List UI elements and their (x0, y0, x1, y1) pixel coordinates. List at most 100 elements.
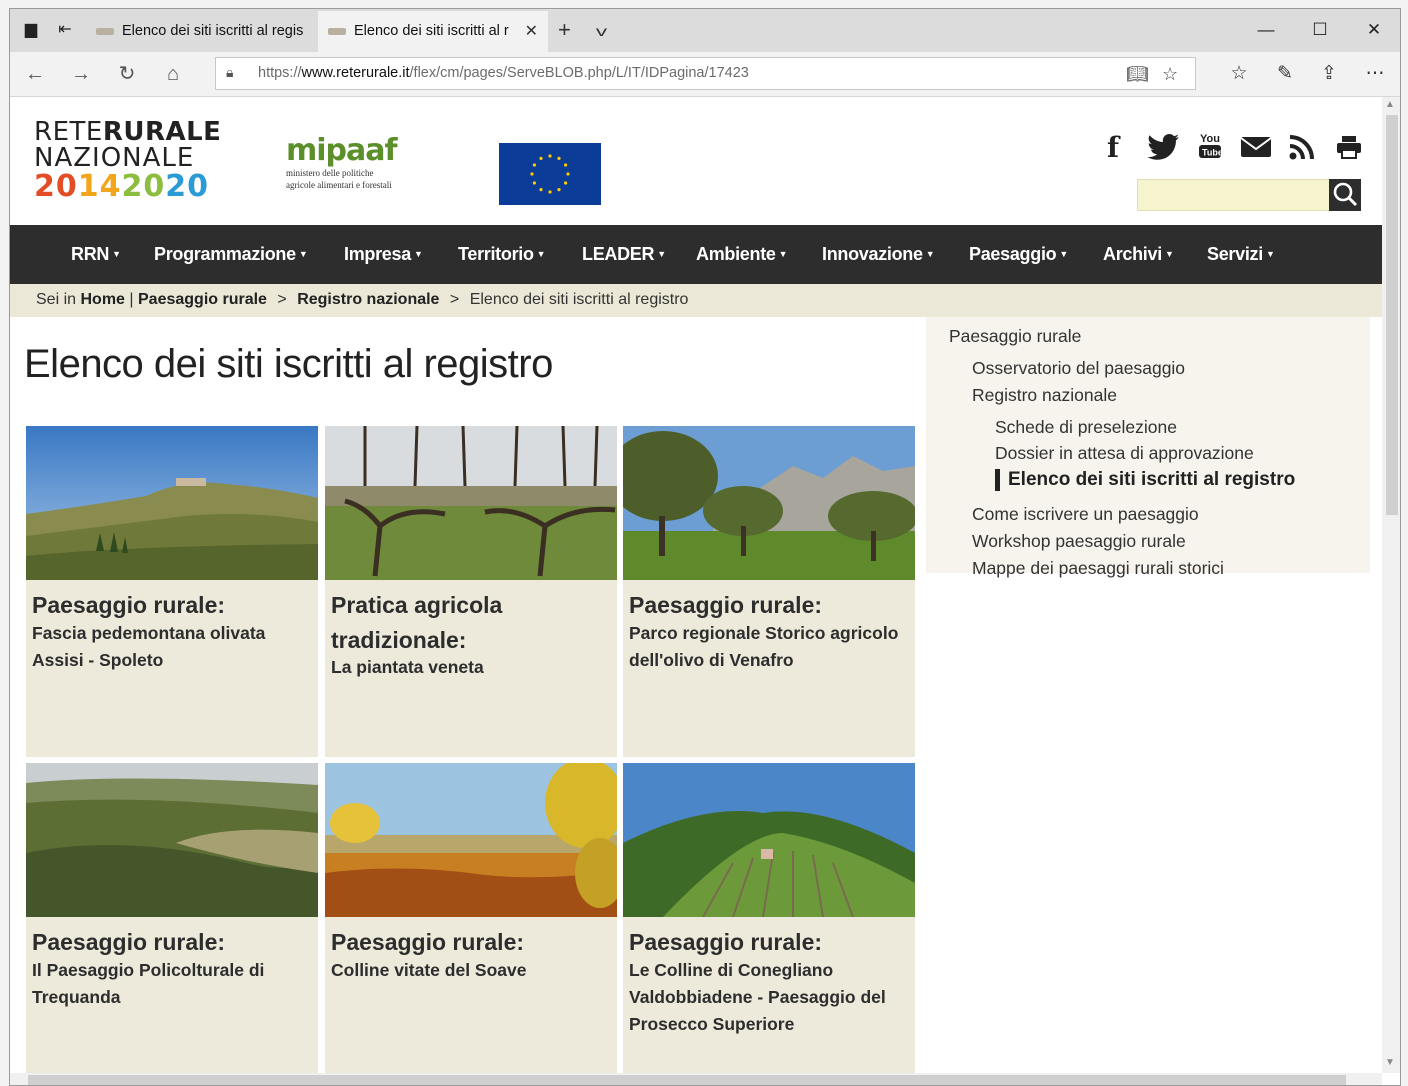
breadcrumb-separator: | (129, 291, 134, 308)
card-image[interactable] (623, 763, 915, 917)
card-piantata-veneta[interactable]: Pratica agricola tradizionale: La pianta… (325, 426, 617, 757)
card-image[interactable] (325, 426, 617, 580)
card-conegliano[interactable]: Paesaggio rurale: Le Colline di Coneglia… (623, 763, 915, 1073)
menu-rrn[interactable]: RRN ▼ (71, 225, 121, 284)
url-field[interactable]: 🔒︎ https://www.reterurale.it/flex/cm/pag… (215, 57, 1196, 90)
favorite-star-icon[interactable]: ☆ (1162, 60, 1178, 88)
new-tab-icon[interactable]: + (558, 16, 571, 44)
sidebar-item-mappe[interactable]: Mappe dei paesaggi rurali storici (972, 558, 1224, 579)
lock-icon: 🔒︎ (226, 64, 234, 80)
card-subtitle[interactable]: Il Paesaggio Policolturale di Trequanda (32, 957, 314, 1011)
more-icon[interactable]: ⋯ (1360, 60, 1390, 88)
close-window-icon[interactable]: ✕ (1354, 17, 1394, 43)
card-venafro[interactable]: Paesaggio rurale: Parco regionale Storic… (623, 426, 915, 757)
card-subtitle[interactable]: Fascia pedemontana olivata Assisi - Spol… (32, 620, 314, 674)
set-aside-tabs-icon[interactable]: ⇤ (54, 19, 76, 41)
tab-active[interactable]: Elenco dei siti iscritti al r ✕ (318, 11, 548, 52)
search-button[interactable] (1329, 179, 1361, 211)
card-title[interactable]: Paesaggio rurale: (32, 925, 314, 960)
card-image[interactable] (623, 426, 915, 580)
horizontal-scrollbar[interactable] (10, 1073, 1382, 1085)
youtube-icon[interactable]: You Tube (1198, 131, 1224, 161)
share-icon[interactable]: ⇪ (1314, 60, 1344, 88)
card-subtitle[interactable]: Colline vitate del Soave (331, 957, 613, 984)
svg-text:Tube: Tube (1202, 148, 1223, 158)
home-icon[interactable]: ⌂ (158, 60, 188, 88)
menu-leader[interactable]: LEADER ▼ (582, 225, 666, 284)
minimize-icon[interactable]: — (1246, 17, 1286, 43)
mail-icon[interactable] (1240, 135, 1272, 165)
refresh-icon[interactable]: ↻ (112, 60, 142, 88)
title-bar: ▆ ⇤ Elenco dei siti iscritti al regis El… (10, 9, 1400, 52)
breadcrumb-separator: > (277, 291, 287, 308)
search-input[interactable] (1137, 179, 1330, 211)
twitter-icon[interactable] (1147, 133, 1180, 167)
tab-inactive[interactable]: Elenco dei siti iscritti al regis (86, 11, 318, 52)
browser-window: ▆ ⇤ Elenco dei siti iscritti al regis El… (9, 8, 1401, 1086)
scroll-thumb-horizontal[interactable] (28, 1075, 1346, 1085)
sidebar-item-registro[interactable]: Registro nazionale (972, 385, 1117, 406)
card-image[interactable] (26, 763, 318, 917)
breadcrumb-registro[interactable]: Registro nazionale (297, 291, 439, 308)
favicon-icon (328, 28, 346, 35)
sidebar-item-dossier[interactable]: Dossier in attesa di approvazione (995, 443, 1254, 464)
breadcrumb-home[interactable]: Home (80, 291, 124, 308)
card-assisi-spoleto[interactable]: Paesaggio rurale: Fascia pedemontana oli… (26, 426, 318, 757)
maximize-icon[interactable]: ☐ (1300, 17, 1340, 43)
menu-ambiente[interactable]: Ambiente ▼ (696, 225, 788, 284)
favorites-icon[interactable]: ☆ (1224, 60, 1254, 88)
sidebar-item-come-iscrivere[interactable]: Come iscrivere un paesaggio (972, 504, 1199, 525)
page-title: Elenco dei siti iscritti al registro (24, 342, 553, 386)
menu-programmazione[interactable]: Programmazione ▼ (154, 225, 308, 284)
card-image[interactable] (325, 763, 617, 917)
search-icon (1333, 182, 1358, 207)
card-title[interactable]: Pratica agricola tradizionale: (331, 588, 613, 658)
vertical-scrollbar[interactable]: ▲ ▼ (1382, 97, 1400, 1073)
card-image[interactable] (26, 426, 318, 580)
sidebar-item-osservatorio[interactable]: Osservatorio del paesaggio (972, 358, 1185, 379)
chevron-down-icon[interactable]: v (596, 17, 607, 45)
card-trequanda[interactable]: Paesaggio rurale: Il Paesaggio Policoltu… (26, 763, 318, 1073)
scroll-down-icon[interactable]: ▼ (1385, 1057, 1395, 1068)
facebook-icon[interactable]: f (1107, 133, 1119, 163)
sidebar-item-workshop[interactable]: Workshop paesaggio rurale (972, 531, 1186, 552)
logo-mipaaf[interactable]: mipaaf ministero delle politiche agricol… (286, 135, 398, 191)
scroll-up-icon[interactable]: ▲ (1385, 99, 1395, 110)
card-title[interactable]: Paesaggio rurale: (331, 925, 613, 960)
sidebar-item-paesaggio-rurale[interactable]: Paesaggio rurale (949, 326, 1081, 347)
menu-innovazione[interactable]: Innovazione ▼ (822, 225, 935, 284)
tab-title: Elenco dei siti iscritti al regis (122, 23, 304, 39)
print-icon[interactable] (1336, 135, 1362, 165)
card-title[interactable]: Paesaggio rurale: (629, 588, 911, 623)
url-text[interactable]: https://www.reterurale.it/flex/cm/pages/… (258, 58, 749, 89)
menu-impresa[interactable]: Impresa ▼ (344, 225, 423, 284)
pen-icon[interactable]: ✎ (1270, 60, 1300, 88)
card-title[interactable]: Paesaggio rurale: (629, 925, 911, 960)
card-title[interactable]: Paesaggio rurale: (32, 588, 314, 623)
card-subtitle[interactable]: La piantata veneta (331, 654, 613, 681)
tab-actions-icon[interactable]: ▆ (20, 19, 42, 41)
card-subtitle[interactable]: Le Colline di Conegliano Valdobbiadene -… (629, 957, 911, 1038)
menu-servizi[interactable]: Servizi ▼ (1207, 225, 1275, 284)
menu-paesaggio[interactable]: Paesaggio ▼ (969, 225, 1068, 284)
favicon-icon (96, 28, 114, 35)
forward-icon[interactable]: → (66, 60, 96, 88)
card-soave[interactable]: Paesaggio rurale: Colline vitate del Soa… (325, 763, 617, 1073)
rss-icon[interactable] (1288, 135, 1316, 167)
breadcrumb-prefix: Sei in (36, 291, 77, 308)
reading-view-icon[interactable]: 📖︎ (1126, 60, 1149, 88)
card-subtitle[interactable]: Parco regionale Storico agricolo dell'ol… (629, 620, 911, 674)
sidebar-item-schede[interactable]: Schede di preselezione (995, 417, 1177, 438)
logo-reterurale[interactable]: RETERURALE NAZIONALE 20142020 (34, 119, 221, 203)
main-menu: RRN ▼ Programmazione ▼ Impresa ▼ Territorio… (10, 225, 1382, 284)
breadcrumb-paesaggio[interactable]: Paesaggio rurale (138, 291, 267, 308)
tab-title: Elenco dei siti iscritti al r (354, 23, 509, 39)
sidebar-item-elenco-current[interactable]: Elenco dei siti iscritti al registro (995, 469, 1295, 491)
sidebar-nav: Paesaggio rurale Osservatorio del paesag… (926, 317, 1370, 578)
breadcrumb: Sei in Home | Paesaggio rurale > Registr… (10, 284, 1382, 317)
scroll-thumb[interactable] (1386, 115, 1398, 515)
menu-archivi[interactable]: Archivi ▼ (1103, 225, 1174, 284)
menu-territorio[interactable]: Territorio ▼ (458, 225, 546, 284)
back-icon[interactable]: ← (20, 60, 50, 88)
close-tab-icon[interactable]: ✕ (525, 11, 538, 52)
